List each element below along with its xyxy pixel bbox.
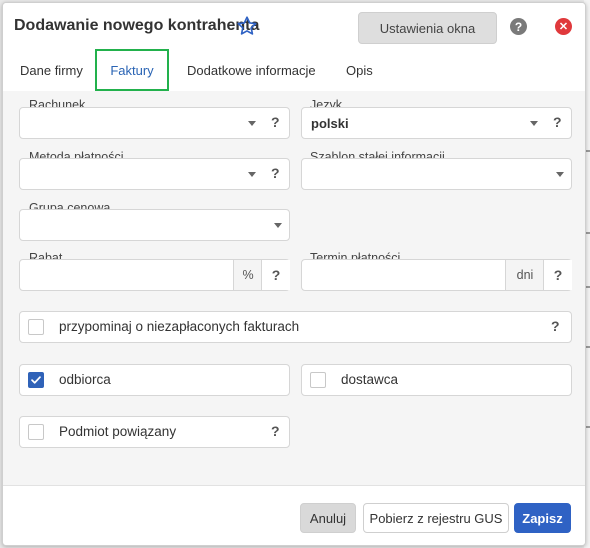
reminder-checkbox[interactable] — [28, 319, 44, 335]
check-icon — [31, 376, 41, 384]
rabat-input[interactable]: % ? — [19, 259, 290, 291]
odbiorca-checkbox-label: odbiorca — [59, 372, 111, 387]
tab-dane-firmy[interactable]: Dane firmy — [20, 49, 83, 91]
cancel-button[interactable]: Anuluj — [300, 503, 356, 533]
metoda-platnosci-select[interactable]: ? — [19, 158, 290, 190]
dropdown-caret-icon — [248, 172, 256, 177]
dialog-header: Dodawanie nowego kontrahenta Ustawienia … — [3, 3, 585, 49]
dropdown-caret-icon — [274, 223, 282, 228]
podmiot-checkbox-label: Podmiot powiązany — [59, 424, 177, 439]
grupa-cenowa-select[interactable] — [19, 209, 290, 241]
dostawca-checkbox-label: dostawca — [341, 372, 399, 387]
help-icon[interactable]: ? — [554, 267, 563, 283]
help-icon[interactable]: ? — [510, 18, 527, 35]
tab-bar: Dane firmy Faktury Dodatkowe informacje … — [3, 49, 585, 92]
rachunek-select[interactable]: ? — [19, 107, 290, 139]
help-icon[interactable]: ? — [271, 114, 280, 130]
help-icon[interactable]: ? — [551, 318, 560, 334]
dropdown-caret-icon — [248, 121, 256, 126]
termin-platnosci-unit: dni — [505, 260, 544, 290]
podmiot-checkbox[interactable] — [28, 424, 44, 440]
close-icon[interactable]: ✕ — [555, 18, 572, 35]
dropdown-caret-icon — [530, 121, 538, 126]
dialog-title: Dodawanie nowego kontrahenta — [14, 17, 260, 34]
help-icon[interactable]: ? — [271, 423, 280, 439]
rabat-unit: % — [233, 260, 262, 290]
tab-dodatkowe-informacje[interactable]: Dodatkowe informacje — [187, 49, 316, 91]
invoices-tab-content: Rachunek ? Język polski ? Metoda płatnoś… — [3, 91, 585, 485]
termin-platnosci-input[interactable]: dni ? — [301, 259, 572, 291]
tab-faktury[interactable]: Faktury — [95, 49, 169, 91]
help-icon[interactable]: ? — [271, 165, 280, 181]
jezyk-value: polski — [311, 116, 349, 131]
termin-help-box: ? — [543, 260, 572, 290]
jezyk-select[interactable]: polski ? — [301, 107, 572, 139]
add-contractor-dialog: Dodawanie nowego kontrahenta Ustawienia … — [2, 2, 586, 546]
odbiorca-checkbox[interactable] — [28, 372, 44, 388]
dropdown-caret-icon — [556, 172, 564, 177]
rabat-help-box: ? — [261, 260, 290, 290]
dostawca-checkbox[interactable] — [310, 372, 326, 388]
szablon-select[interactable] — [301, 158, 572, 190]
help-icon[interactable]: ? — [272, 267, 281, 283]
save-button[interactable]: Zapisz — [514, 503, 571, 533]
tab-opis[interactable]: Opis — [346, 49, 373, 91]
odbiorca-checkbox-row[interactable]: odbiorca — [19, 364, 290, 396]
dostawca-checkbox-row[interactable]: dostawca — [301, 364, 572, 396]
star-icon[interactable] — [236, 15, 258, 37]
fetch-gus-button[interactable]: Pobierz z rejestru GUS — [363, 503, 509, 533]
window-settings-button[interactable]: Ustawienia okna — [358, 12, 497, 44]
reminder-checkbox-row[interactable]: przypominaj o niezapłaconych fakturach ? — [19, 311, 572, 343]
reminder-checkbox-label: przypominaj o niezapłaconych fakturach — [59, 319, 300, 334]
dialog-footer: Anuluj Pobierz z rejestru GUS Zapisz — [3, 485, 585, 545]
help-icon[interactable]: ? — [553, 114, 562, 130]
podmiot-checkbox-row[interactable]: Podmiot powiązany ? — [19, 416, 290, 448]
